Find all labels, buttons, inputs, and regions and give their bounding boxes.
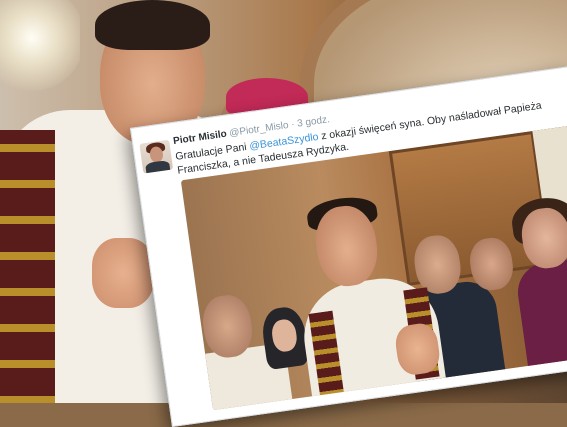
tweet-card: Piotr Misilo @Piotr_Mislo · 3 godz. Grat… <box>130 65 567 427</box>
woman-coat <box>514 255 567 376</box>
avatar-body <box>145 159 171 174</box>
priest-stole-left <box>0 130 55 403</box>
tweet-time[interactable]: 3 godz. <box>297 114 331 129</box>
meta-separator: · <box>290 119 296 131</box>
priest-hair <box>95 0 210 50</box>
chandelier <box>0 0 80 95</box>
priest-praying-hands <box>92 238 154 308</box>
author-avatar[interactable] <box>139 139 174 174</box>
